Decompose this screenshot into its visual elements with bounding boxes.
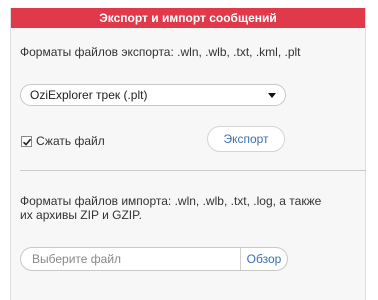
- import-formats-text-line2: их архивы ZIP и GZIP.: [20, 208, 142, 222]
- import-formats-text-line1: Форматы файлов импорта: .wln, .wlb, .txt…: [20, 194, 322, 208]
- browse-button[interactable]: Обзор: [241, 248, 287, 270]
- compress-file-label: Сжать файл: [36, 134, 105, 148]
- export-formats-text: Форматы файлов экспорта: .wln, .wlb, .tx…: [20, 45, 301, 59]
- import-file-field[interactable]: Выберите файл Обзор: [20, 247, 288, 271]
- checkmark-icon: [22, 138, 32, 146]
- export-import-panel: Экспорт и импорт сообщений Форматы файло…: [10, 8, 366, 300]
- compress-file-option[interactable]: Сжать файл: [21, 133, 105, 149]
- compress-file-checkbox[interactable]: [21, 135, 32, 147]
- panel-title: Экспорт и импорт сообщений: [99, 11, 277, 25]
- section-divider: [20, 170, 366, 171]
- import-file-input[interactable]: Выберите файл: [32, 248, 121, 270]
- export-format-select[interactable]: OziExplorer трек (.plt): [20, 84, 286, 106]
- export-format-selected: OziExplorer трек (.plt): [30, 88, 148, 102]
- panel-header: Экспорт и импорт сообщений: [11, 8, 365, 28]
- dropdown-arrow-icon: [268, 93, 276, 98]
- export-button[interactable]: Экспорт: [207, 126, 285, 152]
